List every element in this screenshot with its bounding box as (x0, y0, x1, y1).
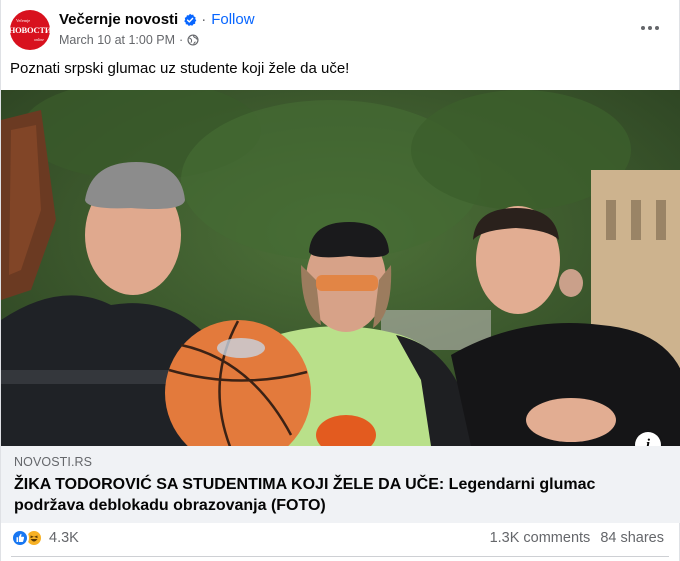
more-dot-icon (641, 26, 645, 30)
comments-count[interactable]: 1.3K comments (490, 530, 591, 546)
avatar-small-text: Večernje (16, 18, 30, 23)
engagement-stats: 1.3K comments 84 shares (490, 530, 664, 546)
more-dot-icon (648, 26, 652, 30)
link-domain: NOVOSTI.RS (14, 455, 93, 469)
link-title[interactable]: ŽIKA TODOROVIĆ SA STUDENTIMA KOJI ŽELE D… (14, 474, 654, 516)
more-dot-icon (655, 26, 659, 30)
reactions-summary[interactable]: 4.3K (11, 529, 79, 547)
follow-separator: · (201, 11, 207, 28)
page-name[interactable]: Večernje novosti (59, 11, 178, 28)
avatar-main-text: НОВОСТИ (10, 25, 50, 35)
post-header: Večernje novosti · Follow (59, 11, 255, 28)
avatar-sub-text: online (34, 37, 44, 42)
post-meta: March 10 at 1:00 PM · (59, 33, 199, 47)
follow-button[interactable]: Follow (211, 11, 254, 28)
like-icon (11, 529, 29, 547)
facebook-post: Večernje НОВОСТИ online Večernje novosti… (0, 0, 680, 561)
post-text: Poznati srpski glumac uz studente koji ž… (10, 60, 350, 77)
page-avatar[interactable]: Večernje НОВОСТИ online (10, 10, 50, 50)
verified-badge-icon (184, 13, 197, 26)
meta-separator: · (179, 33, 184, 47)
post-photo[interactable] (1, 90, 680, 446)
photo-illustration (1, 90, 680, 446)
link-preview[interactable]: NOVOSTI.RS ŽIKA TODOROVIĆ SA STUDENTIMA … (1, 446, 680, 523)
post-timestamp[interactable]: March 10 at 1:00 PM (59, 33, 175, 47)
more-options-button[interactable] (637, 16, 663, 40)
footer-divider (11, 556, 669, 557)
globe-icon[interactable] (187, 34, 199, 46)
shares-count[interactable]: 84 shares (600, 530, 664, 546)
reaction-count[interactable]: 4.3K (49, 530, 79, 546)
